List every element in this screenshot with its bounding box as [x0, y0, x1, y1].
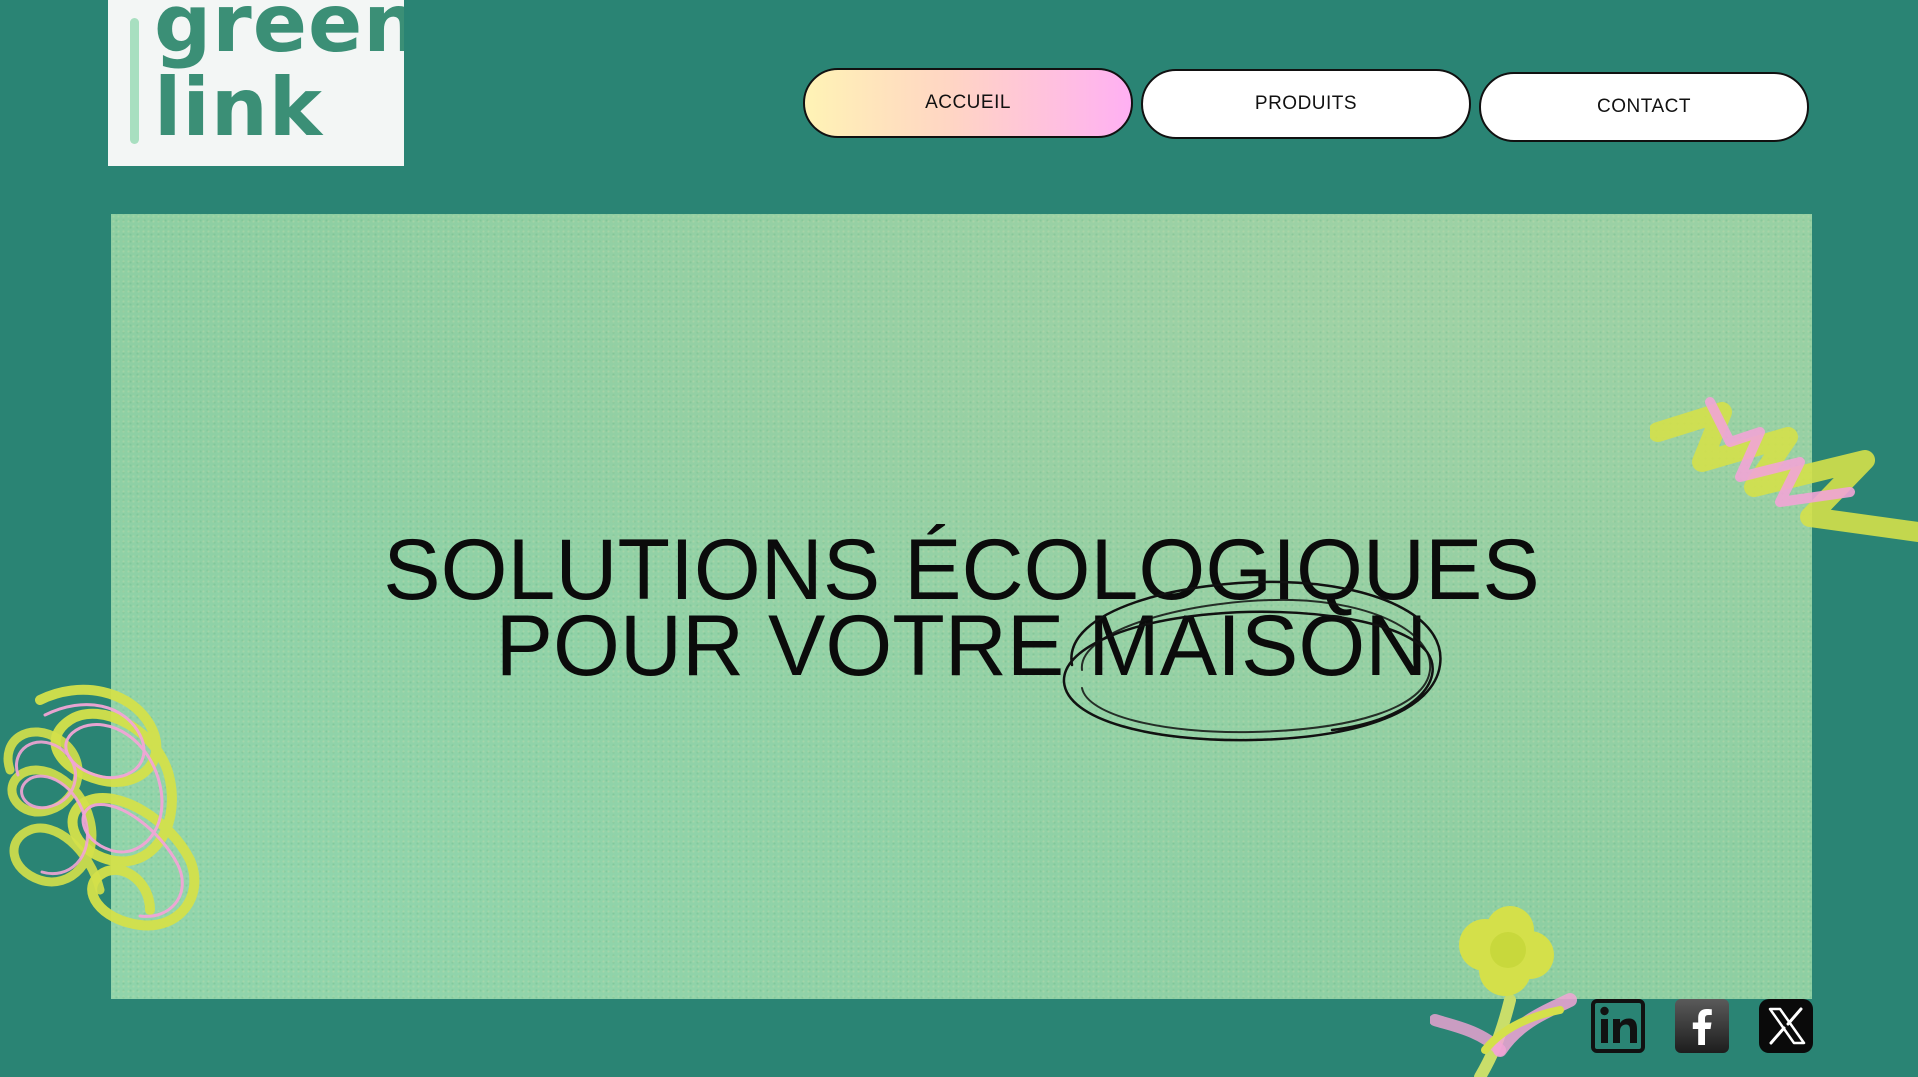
nav-accueil-button[interactable]: ACCUEIL: [803, 68, 1133, 138]
hero-panel: SOLUTIONS ÉCOLOGIQUES POUR VOTRE MAISON: [111, 214, 1812, 999]
nav-contact-button[interactable]: CONTACT: [1479, 72, 1809, 142]
hero-headline-line1: SOLUTIONS ÉCOLOGIQUES: [383, 522, 1540, 618]
nav-produits-button[interactable]: PRODUITS: [1141, 69, 1471, 139]
linkedin-icon[interactable]: [1591, 999, 1645, 1053]
logo-accent-bar: [130, 18, 139, 144]
hero-headline-line2: POUR VOTRE MAISON: [495, 598, 1428, 694]
hero-headline: SOLUTIONS ÉCOLOGIQUES POUR VOTRE MAISON: [111, 522, 1812, 694]
facebook-icon[interactable]: [1675, 999, 1729, 1053]
logo-text-link: link: [154, 61, 323, 154]
logo-text-green: green: [154, 0, 404, 70]
logo[interactable]: green link: [108, 0, 404, 166]
x-icon[interactable]: [1759, 999, 1813, 1053]
